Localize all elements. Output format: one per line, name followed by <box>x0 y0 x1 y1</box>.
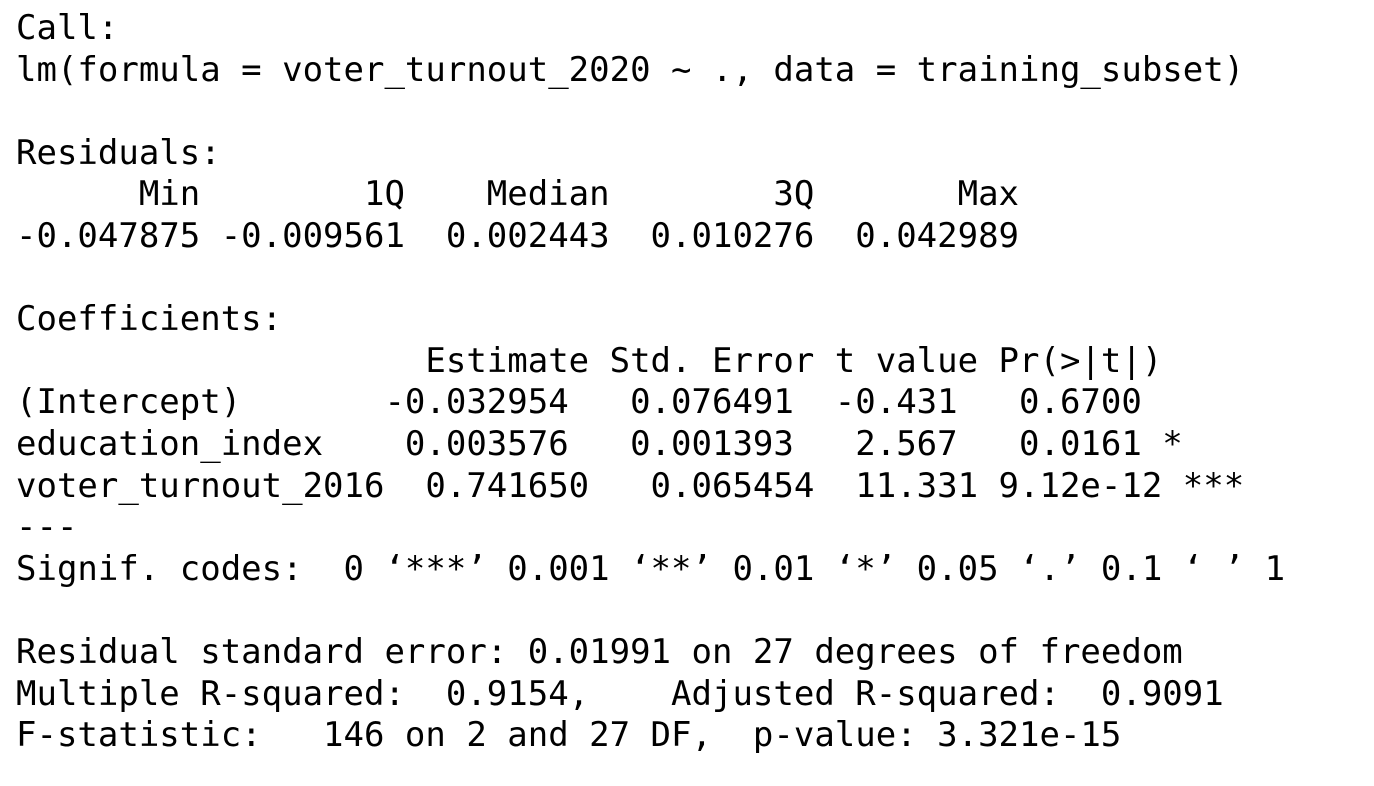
residual-standard-error: Residual standard error: 0.01991 on 27 d… <box>16 631 1183 672</box>
signif-codes: Signif. codes: 0 ‘***’ 0.001 ‘**’ 0.01 ‘… <box>16 548 1286 589</box>
signif-separator: --- <box>16 507 78 548</box>
r-console-output: Call: lm(formula = voter_turnout_2020 ~ .… <box>16 8 1285 757</box>
coefficients-label: Coefficients: <box>16 299 283 340</box>
coefficients-header: Estimate Std. Error t value Pr(>|t|) <box>16 340 1163 381</box>
f-statistic-line: F-statistic: 146 on 2 and 27 DF, p-value… <box>16 715 1122 756</box>
r-squared-line: Multiple R-squared: 0.9154, Adjusted R-s… <box>16 673 1224 714</box>
residuals-label: Residuals: <box>16 132 221 173</box>
residuals-header: Min 1Q Median 3Q Max <box>16 174 1020 215</box>
coefficient-row-voter-turnout-2016: voter_turnout_2016 0.741650 0.065454 11.… <box>16 465 1245 506</box>
coefficient-row-education-index: education_index 0.003576 0.001393 2.567 … <box>16 423 1183 464</box>
coefficient-row-intercept: (Intercept) -0.032954 0.076491 -0.431 0.… <box>16 382 1142 423</box>
residuals-values: -0.047875 -0.009561 0.002443 0.010276 0.… <box>16 215 1020 256</box>
call-label: Call: <box>16 8 119 48</box>
call-formula: lm(formula = voter_turnout_2020 ~ ., dat… <box>16 49 1245 90</box>
